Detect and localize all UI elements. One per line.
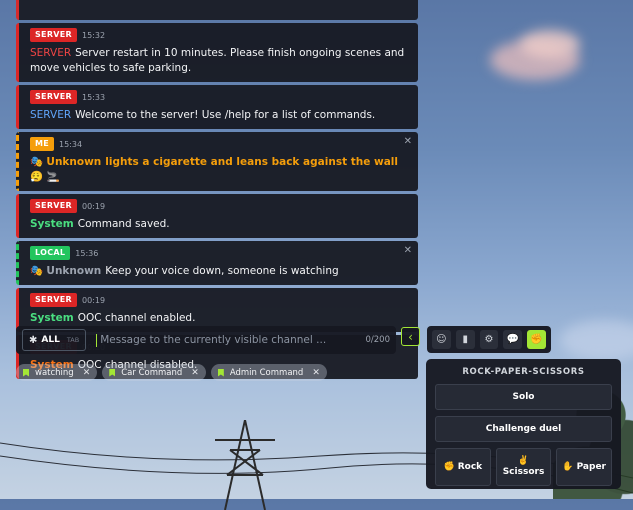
close-icon[interactable]: ✕ [83,368,91,378]
message-input[interactable]: Message to the currently visible channel… [100,334,365,346]
sender-name: System [30,218,74,230]
message-meta: LOCAL 15:36 [30,246,408,260]
truncated-message [16,0,418,20]
channel-badge: SERVER [30,90,78,104]
timestamp: 15:33 [82,92,106,102]
message-text: Keep your voice down, someone is watchin… [105,265,339,277]
chat-feed: SERVER 15:32 SERVER Server restart in 10 mi… [16,0,418,382]
message-text: Server restart in 10 minutes. Please fin… [30,47,405,74]
timestamp: 15:36 [75,248,99,258]
text-cursor [96,333,98,347]
close-icon[interactable]: ✕ [404,245,412,256]
saved-tag[interactable]: watching ✕ [16,364,98,381]
chat-bubbles-icon[interactable]: 💬 [503,330,523,349]
message-meta: ME 15:34 [30,137,408,151]
message-meta: SERVER 15:32 [30,28,408,42]
open-hand-icon: ✋ [562,462,574,472]
message-text: Welcome to the server! Use /help for a l… [75,109,376,121]
message-body: SERVER Server restart in 10 minutes. Plea… [30,46,408,76]
message-body: 🎭 Unknown Keep your voice down, someone i… [30,264,408,279]
timestamp: 00:19 [82,201,106,211]
cloud [520,30,580,58]
bookmark-icon [109,368,116,377]
message-body: System Command saved. [30,217,408,232]
chat-message: LOCAL 15:36 🎭 Unknown Keep your voice down,… [16,241,418,285]
close-icon[interactable]: ✕ [191,368,199,378]
close-icon[interactable]: ✕ [312,368,320,378]
saved-tags: watching ✕ Car Command ✕ Admin Command ✕ [16,364,327,381]
channel-selector[interactable]: ✱ ALL TAB [22,329,87,351]
chevron-left-icon[interactable]: ‹ [401,327,420,346]
message-text: OOC channel enabled. [77,312,196,324]
sender-name: SERVER [30,109,72,121]
char-counter: 0/200 [365,335,391,345]
paper-label: Paper [576,462,606,472]
sender-name: Unknown [46,156,102,168]
tag-label: watching [35,367,74,378]
timestamp: 15:34 [59,139,83,149]
rock-label: Rock [457,462,483,472]
rock-button[interactable]: ✊ Rock [435,448,491,486]
bookmark-icon [23,368,29,377]
channel-badge: SERVER [30,293,78,307]
challenge-duel-button[interactable]: Challenge duel [435,416,612,442]
settings-icon[interactable]: ⚙ [479,330,499,349]
bookmark-icon[interactable]: ▮ [455,330,475,349]
victory-hand-icon: ✌️ [517,456,530,466]
chat-message: ME 15:34 🎭 Unknown lights a cigarette and l… [16,132,418,191]
chat-message: SERVER 00:19 System Command saved. [16,194,418,238]
message-meta: SERVER 00:19 [30,293,408,307]
timestamp: 15:32 [82,30,106,40]
saved-tag[interactable]: Car Command ✕ [102,364,206,381]
paper-button[interactable]: ✋ Paper [556,448,613,486]
channel-badge: LOCAL [30,246,71,260]
rock-paper-scissors-panel: ROCK-PAPER-SCISSORS Solo Challenge duel … [426,359,621,489]
scissors-label: Scissors [502,467,545,477]
saved-tag[interactable]: Admin Command ✕ [210,364,327,381]
message-body: System OOC channel enabled. [30,311,408,326]
message-body: SERVER Welcome to the server! Use /help f… [30,108,408,123]
solo-button[interactable]: Solo [435,384,612,410]
message-body: 🎭 Unknown lights a cigarette and leans ba… [30,155,408,185]
close-icon[interactable]: ✕ [404,136,412,147]
channel-label: ALL [41,335,60,345]
bookmark-icon [217,368,224,377]
sender-name: System [30,312,74,324]
chat-message: SERVER 15:32 SERVER Server restart in 10 mi… [16,23,418,82]
fist-icon: ✊ [443,462,455,472]
tab-hint: TAB [66,336,80,344]
timestamp: 00:19 [82,295,106,305]
mask-icon: 🎭 [30,265,44,277]
mask-icon: 🎭 [30,156,44,168]
chat-toolbar: ☺ ▮ ⚙ 💬 ✊ [427,326,551,353]
sender-name: Unknown [46,265,102,277]
power-tower [215,420,275,510]
chat-input-bar: ✱ ALL TAB Message to the currently visib… [16,326,396,354]
panel-title: ROCK-PAPER-SCISSORS [462,367,585,377]
message-meta: SERVER 15:33 [30,90,408,104]
hand-icon[interactable]: ✊ [527,330,546,349]
message-meta: SERVER 00:19 [30,199,408,213]
cloud [560,320,633,360]
scissors-button[interactable]: ✌️ Scissors [495,448,552,486]
channel-badge: SERVER [30,199,78,213]
chat-message: SERVER 15:33 SERVER Welcome to the server! … [16,85,418,129]
channel-badge: ME [30,137,55,151]
tag-label: Admin Command [229,367,304,378]
emoji-icon[interactable]: ☺ [432,330,451,349]
asterisk-icon: ✱ [29,334,38,346]
sender-name: SERVER [30,47,72,59]
message-text: Command saved. [77,218,170,230]
tag-label: Car Command [121,367,183,378]
channel-badge: SERVER [30,28,78,42]
